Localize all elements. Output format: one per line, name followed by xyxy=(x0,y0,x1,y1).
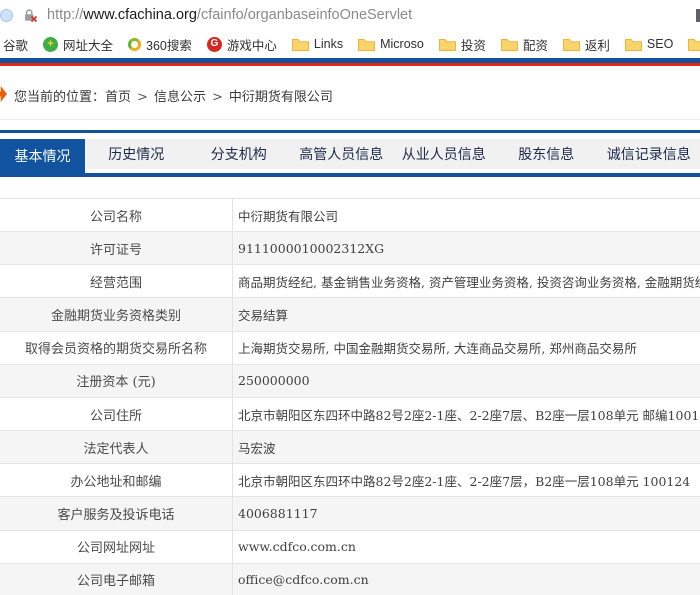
field-value: 中衍期货有限公司 xyxy=(238,208,339,224)
bookmark-label: Microso xyxy=(380,37,424,51)
breadcrumb-prefix: 您当前的位置： xyxy=(14,90,106,105)
field-label: 客户服务及投诉电话 xyxy=(0,497,233,530)
field-value: 商品期货经纪, 基金销售业务资格, 资产管理业务资格, 投资咨询业务资格, 金融… xyxy=(238,274,700,290)
bookmark-microsoft[interactable]: Microso xyxy=(358,37,424,51)
field-label: 公司电子邮箱 xyxy=(0,563,233,595)
field-label: 许可证号 xyxy=(0,232,233,265)
tab-history[interactable]: 历史情况 xyxy=(85,139,188,169)
url-scheme: http:// xyxy=(47,7,84,23)
field-label: 金融期货业务资格类别 xyxy=(0,298,233,331)
table-row-company-address: 公司住所 北京市朝阳区东四环中路82号2座2-1座、2-2座7层、B2座一层10… xyxy=(0,397,700,432)
table-row-business-scope: 经营范围 商品期货经纪, 基金销售业务资格, 资产管理业务资格, 投资咨询业务资… xyxy=(0,265,700,299)
field-label: 公司网址网址 xyxy=(0,530,233,563)
field-value: 250000000 xyxy=(238,373,310,389)
bookmark-seo[interactable]: SEO xyxy=(624,37,674,51)
folder-icon xyxy=(291,38,309,51)
bookmarks-bar: 谷歌 + 网址大全 360搜索 G 游戏中心 Links Microso 投资 … xyxy=(0,30,700,58)
field-value: office@cdfco.com.cn xyxy=(238,572,369,588)
field-label: 经营范围 xyxy=(0,265,233,298)
folder-icon xyxy=(358,38,376,51)
tab-credit-records[interactable]: 诚信记录信息 xyxy=(597,139,700,169)
breadcrumb-arrow-icon xyxy=(0,86,7,102)
green-nav-icon: + xyxy=(43,36,59,52)
ring-360-icon xyxy=(128,37,142,51)
folder-icon xyxy=(500,38,518,51)
field-value: 上海期货交易所, 中国金融期货交易所, 大连商品交易所, 郑州商品交易所 xyxy=(238,341,637,357)
url-field[interactable]: http://www.cfachina.org/cfainfo/organbas… xyxy=(47,7,412,23)
bookmark-links[interactable]: Links xyxy=(291,37,344,51)
bookmark-game-center[interactable]: G 游戏中心 xyxy=(206,35,277,54)
table-row-email: 公司电子邮箱 office@cdfco.com.cn xyxy=(0,563,700,595)
tab-loading-dot-icon xyxy=(0,8,13,22)
bookmark-label: 网址大全 xyxy=(63,38,114,53)
breadcrumb-separator: > xyxy=(211,90,223,105)
table-row-legal-representative: 法定代表人 马宏波 xyxy=(0,431,700,465)
field-value: 北京市朝阳区东四环中路82号2座2-1座、2-2座7层，B2座一层108单元 1… xyxy=(238,473,691,489)
table-row-office-address: 办公地址和邮编 北京市朝阳区东四环中路82号2座2-1座、2-2座7层，B2座一… xyxy=(0,464,700,498)
bookmark-label: 360搜索 xyxy=(146,38,192,53)
field-value: 9111000010002312XG xyxy=(238,240,385,256)
table-row-company-name: 公司名称 中衍期货有限公司 xyxy=(0,199,700,233)
bookmark-label: 谷歌 xyxy=(3,38,29,53)
tabs-bottom-rule xyxy=(0,173,700,177)
folder-icon xyxy=(562,38,580,51)
field-value: 北京市朝阳区东四环中路82号2座2-1座、2-2座7层、B2座一层108单元 邮… xyxy=(238,407,700,423)
breadcrumb-home-link[interactable]: 首页 xyxy=(105,90,131,105)
tab-executives[interactable]: 高管人员信息 xyxy=(290,139,393,169)
breadcrumb-separator: > xyxy=(137,90,148,105)
table-row-financial-futures-qualification: 金融期货业务资格类别 交易结算 xyxy=(0,298,700,332)
bookmark-site-nav[interactable]: + 网址大全 xyxy=(43,35,113,54)
bookmark-peizi[interactable]: 配资 xyxy=(500,35,548,54)
tab-bar: 基本情况 历史情况 分支机构 高管人员信息 从业人员信息 股东信息 诚信记录信息 xyxy=(0,139,700,173)
bookmark-label: Links xyxy=(313,37,344,51)
bookmark-fanli[interactable]: 返利 xyxy=(562,35,610,54)
bookmark-360-search[interactable]: 360搜索 xyxy=(128,35,192,54)
table-row-license-no: 许可证号 9111000010002312XG xyxy=(0,232,700,266)
folder-icon xyxy=(438,38,456,51)
field-label: 法定代表人 xyxy=(0,431,233,464)
bookmark-touzi[interactable]: 投资 xyxy=(438,35,486,54)
table-row-service-phone: 客户服务及投诉电话 4006881117 xyxy=(0,497,700,531)
tab-basic-info[interactable]: 基本情况 xyxy=(0,139,85,173)
tabs-top-rule xyxy=(0,130,700,133)
table-row-registered-capital: 注册资本 (元) 250000000 xyxy=(0,364,700,398)
field-label: 公司住所 xyxy=(0,397,233,431)
insecure-lock-icon[interactable] xyxy=(22,8,38,23)
bookmark-label: 投资 xyxy=(460,38,486,53)
game-center-icon: G xyxy=(206,36,222,52)
field-value: 4006881117 xyxy=(238,505,318,521)
bookmark-google[interactable]: 谷歌 xyxy=(3,35,28,54)
bookmark-label: 返利 xyxy=(584,38,610,53)
bookmark-label: SEO xyxy=(646,37,674,51)
tab-shareholders[interactable]: 股东信息 xyxy=(495,139,598,169)
address-bar[interactable]: http://www.cfachina.org/cfainfo/organbas… xyxy=(0,0,700,30)
table-row-exchange-memberships: 取得会员资格的期货交易所名称 上海期货交易所, 中国金融期货交易所, 大连商品交… xyxy=(0,331,700,365)
tab-practitioners[interactable]: 从业人员信息 xyxy=(392,139,495,169)
bookmark-label: 游戏中心 xyxy=(226,38,277,53)
field-label: 注册资本 (元) xyxy=(0,364,233,397)
field-value: www.cdfco.com.cn xyxy=(238,539,356,555)
browser-menu-icon[interactable] xyxy=(696,9,700,22)
breadcrumb: 您当前的位置：首页 > 信息公示 > 中衍期货有限公司 xyxy=(0,66,700,120)
field-label: 取得会员资格的期货交易所名称 xyxy=(0,331,233,364)
field-label: 公司名称 xyxy=(0,199,233,232)
field-value: 交易结算 xyxy=(238,308,289,324)
url-path: /cfainfo/organbaseinfoOneServlet xyxy=(196,7,413,23)
breadcrumb-info-disclosure-link[interactable]: 信息公示 xyxy=(154,90,206,105)
url-host: www.cfachina.org xyxy=(83,7,197,23)
field-value: 马宏波 xyxy=(238,440,276,456)
field-label: 办公地址和邮编 xyxy=(0,464,233,497)
tab-branches[interactable]: 分支机构 xyxy=(187,139,290,169)
table-row-website: 公司网址网址 www.cdfco.com.cn xyxy=(0,530,700,564)
company-info-table: 公司名称 中衍期货有限公司 许可证号 9111000010002312XG 经营… xyxy=(0,198,700,595)
breadcrumb-current-page: 中衍期货有限公司 xyxy=(228,90,333,105)
bookmark-label: 配资 xyxy=(522,38,548,53)
folder-icon xyxy=(624,38,642,51)
bookmark-wuliu[interactable]: 物流 xyxy=(688,35,700,54)
folder-icon xyxy=(688,38,700,51)
